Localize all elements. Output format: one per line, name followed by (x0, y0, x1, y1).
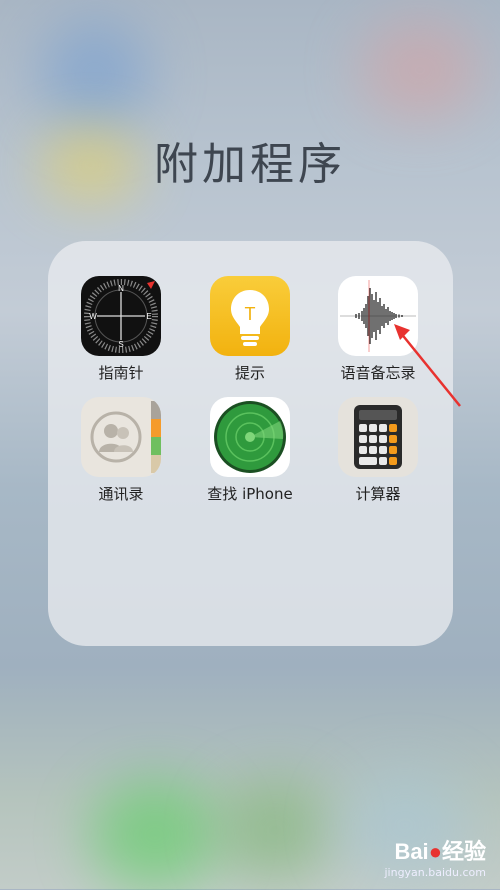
app-find-iphone[interactable]: 查找 iPhone (195, 397, 305, 504)
compass-n: N (118, 284, 124, 293)
watermark-brand: Bai (394, 839, 429, 864)
contacts-icon[interactable] (81, 397, 161, 477)
background-blur (360, 20, 480, 120)
app-label: 查找 iPhone (207, 485, 293, 503)
watermark-domain: jingyan.baidu.com (384, 866, 486, 879)
folder-title: 附加程序 (154, 139, 346, 190)
app-label: 通讯录 (98, 485, 144, 503)
watermark-brand2: 经验 (441, 839, 486, 864)
app-contacts[interactable]: 通讯录 (66, 397, 176, 504)
app-tips[interactable]: T 提示 (195, 276, 305, 383)
find-iphone-radar-icon[interactable] (210, 397, 290, 477)
watermark-logo: Bai●经验 (394, 839, 486, 864)
app-calculator[interactable]: 计算器 (323, 397, 433, 504)
background-blur (40, 20, 150, 130)
baidu-jingyan-watermark: Bai●经验 jingyan.baidu.com (384, 834, 486, 879)
app-label: 提示 (234, 364, 265, 382)
annotation-arrow (394, 324, 461, 407)
compass-w: W (89, 312, 97, 321)
tips-bulb-icon[interactable]: T (210, 276, 290, 356)
compass-e: E (146, 312, 151, 321)
compass-icon[interactable]: N E S W (81, 276, 161, 356)
tips-letter: T (245, 304, 256, 324)
app-compass[interactable]: N E S W 指南针 (66, 276, 176, 383)
app-label: 计算器 (355, 485, 401, 503)
app-label: 指南针 (98, 364, 144, 382)
compass-s: S (118, 340, 123, 349)
